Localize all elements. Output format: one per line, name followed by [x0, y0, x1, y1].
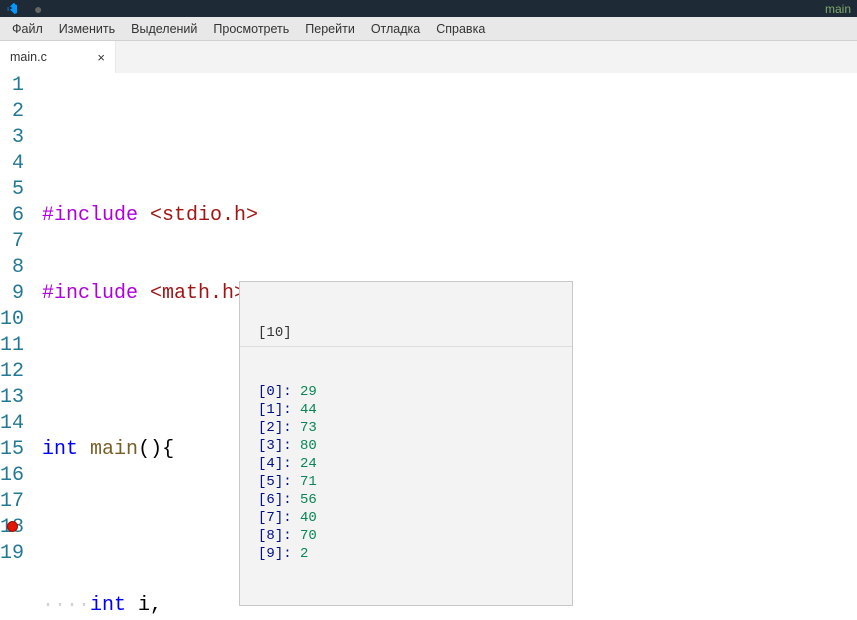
tab-label: main.c — [10, 50, 47, 64]
debug-hover-tooltip: [10] [0]: 29[1]: 44[2]: 73[3]: 80[4]: 24… — [239, 281, 573, 606]
code-area[interactable]: #include <stdio.h> #include <math.h> int… — [42, 73, 857, 620]
hover-row: [3]: 80 — [240, 437, 572, 455]
editor-tab[interactable]: main.c × — [0, 41, 116, 73]
hover-row: [6]: 56 — [240, 491, 572, 509]
vscode-icon — [6, 3, 18, 15]
code-editor[interactable]: 12345678910111213141516171819 #include <… — [0, 73, 857, 620]
line-number: 7 — [0, 229, 24, 255]
hover-row: [1]: 44 — [240, 401, 572, 419]
title-bar: ● main — [0, 0, 857, 17]
menu-file[interactable]: Файл — [4, 19, 51, 39]
title-text: main — [825, 2, 851, 16]
menu-edit[interactable]: Изменить — [51, 19, 123, 39]
line-number: 11 — [0, 333, 24, 359]
line-number: 17 — [0, 489, 24, 515]
line-number: 12 — [0, 359, 24, 385]
hover-row: [2]: 73 — [240, 419, 572, 437]
line-number: 16 — [0, 463, 24, 489]
line-number-gutter: 12345678910111213141516171819 — [0, 73, 42, 620]
line-number: 9 — [0, 281, 24, 307]
line-number: 3 — [0, 125, 24, 151]
line-number: 19 — [0, 541, 24, 567]
line-number: 14 — [0, 411, 24, 437]
menu-debug[interactable]: Отладка — [363, 19, 428, 39]
tab-bar: main.c × — [0, 41, 857, 73]
menu-view[interactable]: Просмотреть — [205, 19, 297, 39]
hover-row: [4]: 24 — [240, 455, 572, 473]
menu-selection[interactable]: Выделений — [123, 19, 205, 39]
line-number: 6 — [0, 203, 24, 229]
hover-row: [8]: 70 — [240, 527, 572, 545]
line-number: 15 — [0, 437, 24, 463]
line-number: 13 — [0, 385, 24, 411]
close-icon[interactable]: × — [97, 50, 105, 65]
hover-header: [10] — [240, 322, 572, 347]
line-number: 2 — [0, 99, 24, 125]
menu-help[interactable]: Справка — [428, 19, 493, 39]
line-number: 10 — [0, 307, 24, 333]
hover-row: [0]: 29 — [240, 383, 572, 401]
hover-row: [7]: 40 — [240, 509, 572, 527]
line-number: 8 — [0, 255, 24, 281]
hover-row: [9]: 2 — [240, 545, 572, 563]
menu-go[interactable]: Перейти — [297, 19, 363, 39]
line-number: 4 — [0, 151, 24, 177]
line-number: 1 — [0, 73, 24, 99]
line-number: 5 — [0, 177, 24, 203]
breakpoint-icon[interactable] — [7, 521, 18, 532]
hover-row: [5]: 71 — [240, 473, 572, 491]
modified-indicator: ● — [34, 2, 42, 16]
menu-bar: Файл Изменить Выделений Просмотреть Пере… — [0, 17, 857, 41]
